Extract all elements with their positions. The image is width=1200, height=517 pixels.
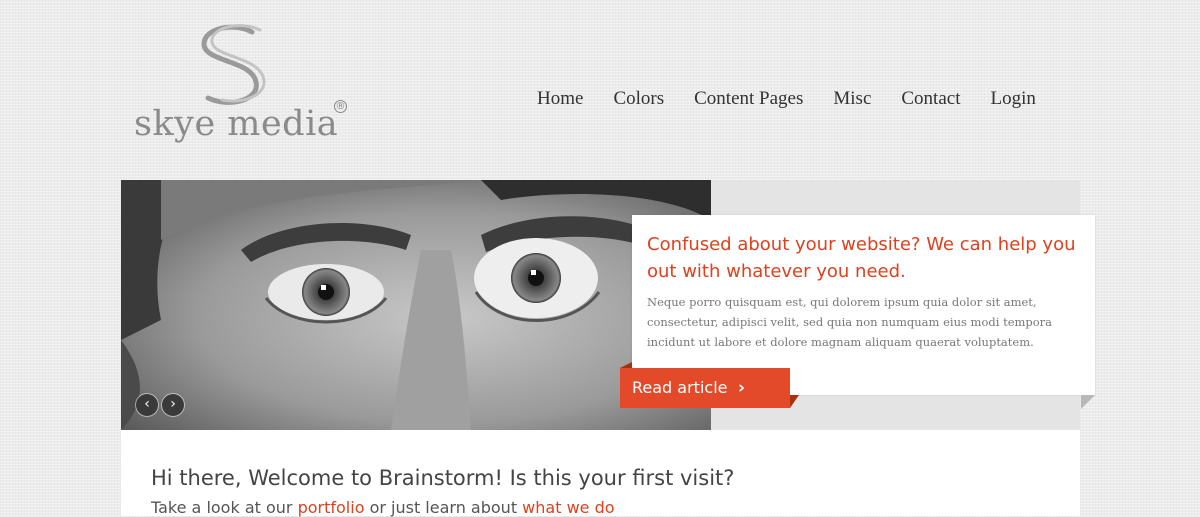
what-we-do-link[interactable]: what we do [522, 498, 614, 517]
nav-misc[interactable]: Misc [833, 88, 871, 110]
welcome-heading: Hi there, Welcome to Brainstorm! Is this… [151, 466, 735, 490]
nav-contact[interactable]: Contact [901, 88, 960, 110]
portfolio-link[interactable]: portfolio [298, 498, 365, 517]
main-nav: Home Colors Content Pages Misc Contact L… [537, 88, 1066, 110]
ribbon-fold-right [790, 395, 799, 408]
nav-login[interactable]: Login [990, 88, 1035, 110]
sub-middle: or just learn about [364, 498, 523, 517]
caption-corner-fold [1081, 395, 1095, 409]
chevron-right-icon: › [170, 396, 176, 412]
registered-mark: ® [334, 100, 347, 113]
caption-title: Confused about your website? We can help… [647, 234, 1076, 282]
nav-home[interactable]: Home [537, 88, 583, 110]
chevron-right-icon: › [738, 378, 746, 398]
slider-prev-button[interactable]: ‹ [136, 394, 158, 416]
read-article-button[interactable]: Read article › [620, 368, 790, 408]
welcome-section: Hi there, Welcome to Brainstorm! Is this… [121, 430, 1080, 517]
caption-body: Neque porro quisquam est, qui dolorem ip… [647, 295, 1053, 349]
logo-wordmark: skye media [134, 104, 339, 144]
nav-content-pages[interactable]: Content Pages [694, 88, 803, 110]
site-logo[interactable]: skye media ® [130, 22, 360, 152]
read-article-label: Read article [632, 378, 728, 397]
chevron-left-icon: ‹ [144, 396, 150, 412]
slider-next-button[interactable]: › [162, 394, 184, 416]
sub-prefix: Take a look at our [151, 498, 298, 517]
nav-colors[interactable]: Colors [613, 88, 664, 110]
welcome-subtext: Take a look at our portfolio or just lea… [151, 498, 615, 517]
logo-s-mark-icon [201, 24, 266, 105]
